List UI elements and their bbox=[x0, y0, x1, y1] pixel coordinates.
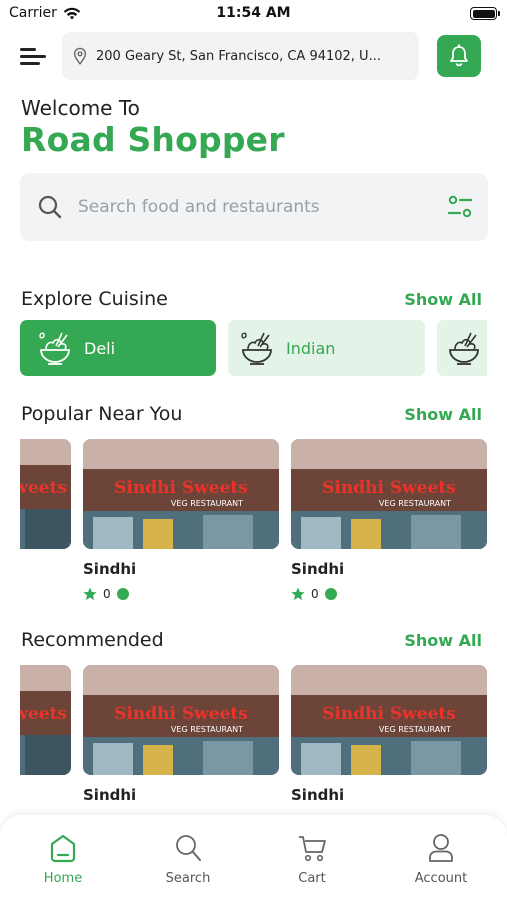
bottom-nav: Home Search Cart Account bbox=[0, 815, 507, 900]
restaurant-card[interactable]: Sindhi Sweets VEG RESTAURANT Sindhi bbox=[291, 665, 487, 804]
home-icon bbox=[50, 834, 76, 863]
restaurant-name: Sindhi bbox=[83, 560, 137, 578]
rating-value: 0 bbox=[103, 587, 111, 601]
filter-icon[interactable] bbox=[447, 195, 473, 219]
address-text: 200 Geary St, San Francisco, CA 94102, U… bbox=[96, 48, 381, 64]
brand-title: Road Shopper bbox=[21, 120, 285, 159]
search-icon bbox=[176, 835, 201, 861]
restaurant-card-partial[interactable]: Sindhi Sweets bbox=[20, 665, 71, 775]
status-bar: Carrier 11:54 AM bbox=[0, 0, 507, 28]
address-field[interactable]: 200 Geary St, San Francisco, CA 94102, U… bbox=[62, 32, 419, 80]
status-dot bbox=[324, 588, 337, 600]
restaurant-photo: Sindhi Sweets VEG RESTAURANT bbox=[291, 665, 487, 775]
restaurant-name: Sindhi bbox=[291, 560, 345, 578]
cuisine-chip-label: Indian bbox=[286, 338, 336, 358]
storefront-sign: Sindhi Sweets bbox=[114, 478, 248, 498]
recommended-show-all-link[interactable]: Show All bbox=[404, 631, 482, 650]
search-bar[interactable]: Search food and restaurants bbox=[20, 173, 488, 241]
rating-row: 0 bbox=[83, 587, 279, 601]
recommended-title: Recommended bbox=[21, 629, 164, 651]
menu-icon-bar bbox=[20, 48, 36, 51]
menu-icon-bar bbox=[20, 55, 46, 58]
notification-button[interactable] bbox=[437, 35, 481, 77]
nav-account-label: Account bbox=[414, 871, 468, 886]
popular-title: Popular Near You bbox=[21, 403, 183, 425]
restaurant-card[interactable]: Sindhi Sweets VEG RESTAURANT Sindhi 0 bbox=[83, 439, 279, 601]
restaurant-name: Sindhi bbox=[291, 786, 345, 804]
bell-icon bbox=[450, 44, 468, 67]
cuisine-chips: Deli Indian bbox=[20, 320, 487, 376]
search-placeholder: Search food and restaurants bbox=[78, 197, 320, 217]
storefront-subsign: VEG RESTAURANT bbox=[379, 499, 451, 508]
star-icon bbox=[83, 587, 97, 601]
menu-icon-bar bbox=[20, 62, 40, 65]
restaurant-photo: Sindhi Sweets VEG RESTAURANT bbox=[83, 665, 279, 775]
nav-home-label: Home bbox=[43, 871, 83, 886]
storefront-subsign: VEG RESTAURANT bbox=[171, 499, 243, 508]
location-pin-icon bbox=[73, 47, 87, 65]
nav-account[interactable]: Account bbox=[391, 833, 491, 886]
storefront-subsign: VEG RESTAURANT bbox=[171, 725, 243, 734]
restaurant-photo: Sindhi Sweets VEG RESTAURANT bbox=[291, 439, 487, 549]
recommended-carousel: Sindhi Sweets Sindhi Sweets VEG RESTAURA… bbox=[20, 665, 488, 815]
search-icon bbox=[38, 195, 62, 219]
status-dot bbox=[116, 588, 129, 600]
nav-search-label: Search bbox=[165, 871, 211, 886]
cuisine-chip-label: Deli bbox=[84, 338, 116, 358]
popular-carousel: Sindhi Sweets Sindhi Sweets VEG RESTAURA… bbox=[20, 439, 488, 609]
food-bowl-icon bbox=[449, 332, 479, 365]
restaurant-photo: Sindhi Sweets bbox=[20, 439, 71, 549]
cuisine-chip-partial[interactable] bbox=[437, 320, 487, 376]
cuisine-chip-deli[interactable]: Deli bbox=[20, 320, 216, 376]
battery-icon bbox=[470, 7, 500, 20]
restaurant-card[interactable]: Sindhi Sweets VEG RESTAURANT Sindhi 0 bbox=[291, 439, 487, 601]
rating-value: 0 bbox=[311, 587, 319, 601]
nav-search[interactable]: Search bbox=[138, 833, 238, 886]
food-bowl-icon bbox=[39, 332, 70, 365]
food-bowl-icon bbox=[241, 332, 272, 365]
explore-cuisine-title: Explore Cuisine bbox=[21, 288, 168, 310]
cuisine-show-all-link[interactable]: Show All bbox=[404, 290, 482, 309]
rating-row: 0 bbox=[291, 587, 487, 601]
restaurant-photo: Sindhi Sweets bbox=[20, 665, 71, 775]
welcome-text: Welcome To bbox=[21, 96, 140, 120]
cuisine-chip-indian[interactable]: Indian bbox=[228, 320, 425, 376]
nav-cart-label: Cart bbox=[298, 871, 326, 886]
storefront-subsign: VEG RESTAURANT bbox=[379, 725, 451, 734]
cart-icon bbox=[299, 836, 326, 862]
user-icon bbox=[429, 834, 453, 862]
popular-show-all-link[interactable]: Show All bbox=[404, 405, 482, 424]
storefront-sign: Sindhi Sweets bbox=[20, 704, 67, 724]
star-icon bbox=[291, 587, 305, 601]
restaurant-card[interactable]: Sindhi Sweets VEG RESTAURANT Sindhi bbox=[83, 665, 279, 804]
status-time: 11:54 AM bbox=[216, 5, 291, 21]
storefront-sign: Sindhi Sweets bbox=[322, 704, 456, 724]
nav-home[interactable]: Home bbox=[13, 833, 113, 886]
menu-button[interactable] bbox=[20, 46, 48, 68]
storefront-sign: Sindhi Sweets bbox=[20, 478, 67, 498]
storefront-sign: Sindhi Sweets bbox=[322, 478, 456, 498]
storefront-sign: Sindhi Sweets bbox=[114, 704, 248, 724]
restaurant-photo: Sindhi Sweets VEG RESTAURANT bbox=[83, 439, 279, 549]
nav-cart[interactable]: Cart bbox=[262, 833, 362, 886]
restaurant-card-partial[interactable]: Sindhi Sweets bbox=[20, 439, 71, 549]
restaurant-name: Sindhi bbox=[83, 786, 137, 804]
